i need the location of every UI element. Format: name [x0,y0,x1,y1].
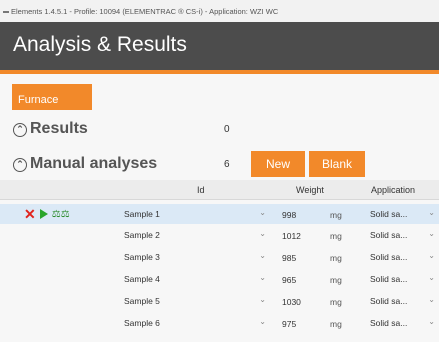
row-application: Solid sa... [370,318,408,328]
chevron-up-icon: ⌃ [13,123,27,137]
results-section-toggle[interactable]: ⌃ Results 0 [13,120,230,138]
row-id: Sample 4 [124,274,160,284]
chevron-down-icon: ⌄ [259,273,266,282]
id-dropdown[interactable]: Sample 6 ⌄ [120,316,270,330]
row-id: Sample 1 [124,209,160,219]
column-header-id[interactable]: Id [197,185,205,195]
row-unit: mg [330,231,342,241]
application-dropdown[interactable]: Solid sa... ⌄ [366,250,439,264]
application-dropdown[interactable]: Solid sa... ⌄ [366,294,439,308]
column-header-weight[interactable]: Weight [296,185,324,195]
results-label: Results [30,120,88,137]
chevron-down-icon: ⌄ [428,317,435,326]
id-dropdown[interactable]: Sample 5 ⌄ [120,294,270,308]
results-count: 0 [224,124,230,135]
chevron-down-icon: ⌄ [428,251,435,260]
application-dropdown[interactable]: Solid sa... ⌄ [366,272,439,286]
chevron-down-icon: ⌄ [259,251,266,260]
row-unit: mg [330,253,342,263]
new-button[interactable]: New [251,151,305,177]
id-dropdown[interactable]: Sample 1 ⌄ [120,207,270,221]
chevron-down-icon: ⌄ [259,208,266,217]
x-icon[interactable]: ✕ [24,207,36,221]
application-dropdown[interactable]: Solid sa... ⌄ [366,228,439,242]
column-header-application[interactable]: Application [371,185,415,195]
table-row[interactable]: Sample 3 ⌄ 985 mg Solid sa... ⌄ [0,247,439,267]
row-unit: mg [330,319,342,329]
table-row[interactable]: Sample 6 ⌄ 975 mg Solid sa... ⌄ [0,313,439,333]
app-icon [3,11,9,14]
row-application: Solid sa... [370,230,408,240]
blank-button[interactable]: Blank [309,151,365,177]
row-unit: mg [330,297,342,307]
table-row[interactable]: Sample 4 ⌄ 965 mg Solid sa... ⌄ [0,269,439,289]
chevron-down-icon: ⌄ [259,317,266,326]
play-icon[interactable] [39,209,48,219]
row-application: Solid sa... [370,274,408,284]
row-weight[interactable]: 998 [282,210,296,220]
row-weight[interactable]: 1012 [282,231,301,241]
chevron-down-icon: ⌄ [428,208,435,217]
row-weight[interactable]: 1030 [282,297,301,307]
row-application: Solid sa... [370,209,408,219]
balance-icon[interactable]: ⚖⚖ [52,209,70,220]
chevron-down-icon: ⌄ [259,295,266,304]
chevron-down-icon: ⌄ [428,295,435,304]
manual-analyses-count: 6 [224,159,230,170]
row-weight[interactable]: 975 [282,319,296,329]
row-id: Sample 5 [124,296,160,306]
window-title: Elements 1.4.5.1 - Profile: 10094 (ELEME… [11,7,279,16]
row-unit: mg [330,275,342,285]
page-header: Analysis & Results [0,22,439,70]
table-row[interactable]: Sample 5 ⌄ 1030 mg Solid sa... ⌄ [0,291,439,311]
row-application: Solid sa... [370,296,408,306]
application-dropdown[interactable]: Solid sa... ⌄ [366,207,439,221]
row-id: Sample 2 [124,230,160,240]
row-actions: ✕ ⚖⚖ [24,207,74,221]
window-titlebar: Elements 1.4.5.1 - Profile: 10094 (ELEME… [0,0,439,22]
id-dropdown[interactable]: Sample 3 ⌄ [120,250,270,264]
chevron-down-icon: ⌄ [428,229,435,238]
furnace-button[interactable]: Furnace [12,84,92,110]
table-header: Id Weight Application [0,180,439,200]
id-dropdown[interactable]: Sample 2 ⌄ [120,228,270,242]
row-application: Solid sa... [370,252,408,262]
chevron-down-icon: ⌄ [428,273,435,282]
application-dropdown[interactable]: Solid sa... ⌄ [366,316,439,330]
row-unit: mg [330,210,342,220]
table-row[interactable]: ✕ ⚖⚖ Sample 1 ⌄ 998 mg Solid sa... ⌄ [0,204,439,224]
row-id: Sample 3 [124,252,160,262]
manual-analyses-label: Manual analyses [30,155,158,172]
row-id: Sample 6 [124,318,160,328]
header-accent-bar [0,70,439,74]
row-weight[interactable]: 965 [282,275,296,285]
id-dropdown[interactable]: Sample 4 ⌄ [120,272,270,286]
manual-analyses-section-toggle[interactable]: ⌃ Manual analyses 6 [13,155,230,173]
row-weight[interactable]: 985 [282,253,296,263]
page-title: Analysis & Results [13,33,187,56]
chevron-up-icon: ⌃ [13,158,27,172]
chevron-down-icon: ⌄ [259,229,266,238]
table-row[interactable]: Sample 2 ⌄ 1012 mg Solid sa... ⌄ [0,225,439,245]
